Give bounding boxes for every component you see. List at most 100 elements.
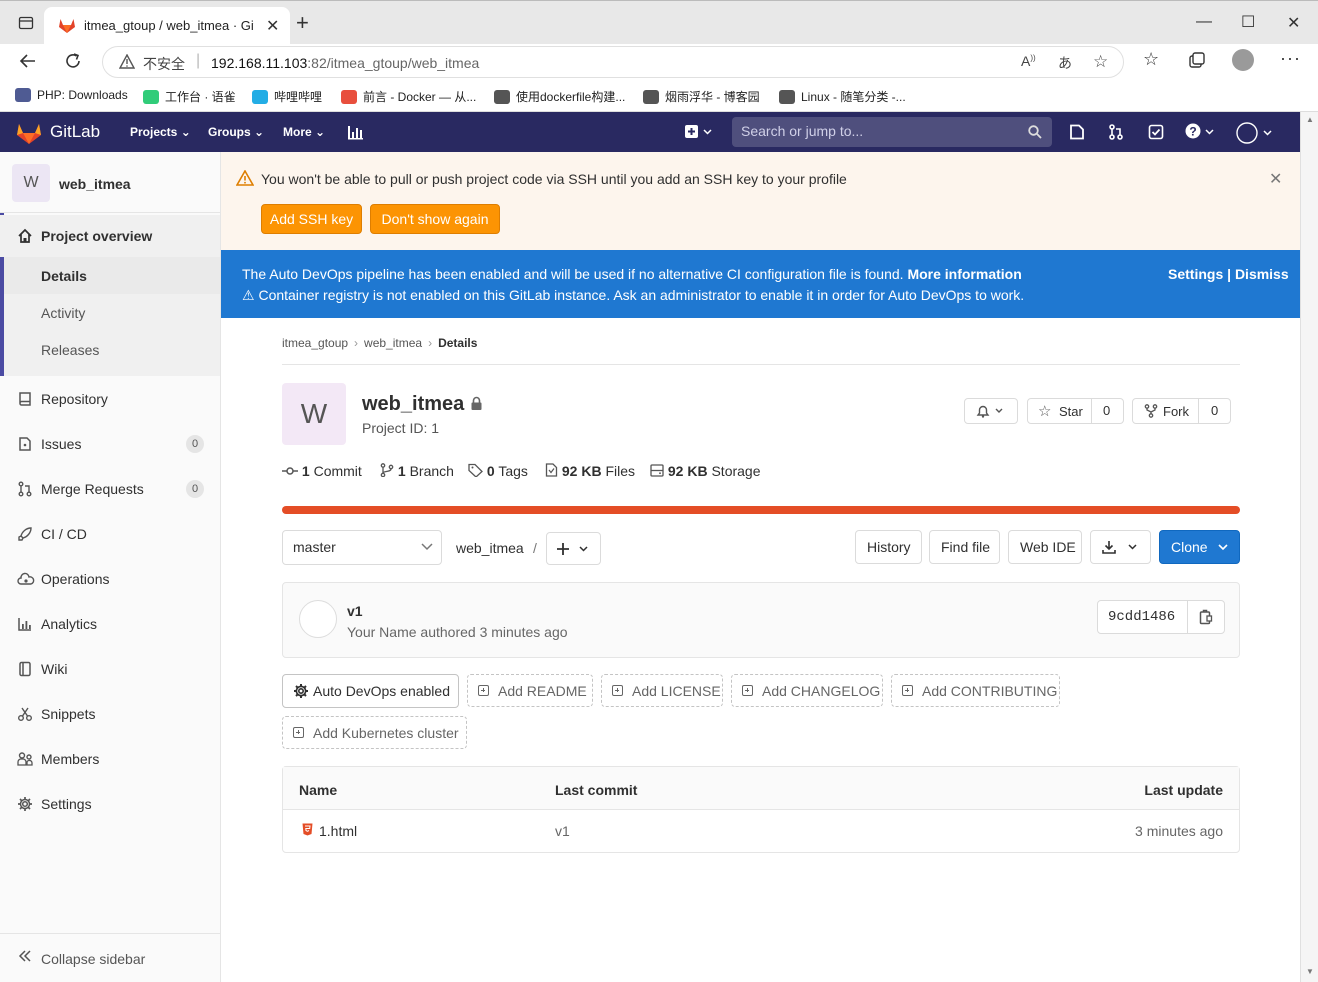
collapse-sidebar-button[interactable]: Collapse sidebar (0, 933, 220, 982)
table-row[interactable]: 1.html v1 3 minutes ago (283, 810, 1239, 852)
sidebar-item-ci-cd[interactable]: CI / CD (0, 514, 220, 554)
read-aloud-icon[interactable]: A)) (1021, 53, 1036, 69)
add-contributing-button[interactable]: Add CONTRIBUTING (891, 674, 1060, 707)
storage-stat[interactable]: 92 KB Storage (650, 463, 761, 479)
window-close-icon[interactable]: ✕ (1287, 13, 1300, 33)
nav-more[interactable]: More ⌄ (283, 125, 325, 139)
bookmark-item[interactable]: 哔哩哔哩 (252, 88, 322, 105)
sidebar-subitem-details[interactable]: Details (4, 257, 220, 294)
add-to-tree-dropdown[interactable] (546, 532, 601, 565)
dont-show-again-button[interactable]: Don't show again (370, 204, 500, 234)
web-ide-button[interactable]: Web IDE (1008, 530, 1082, 564)
help-icon[interactable]: ? (1185, 123, 1217, 141)
new-tab-icon[interactable]: + (296, 10, 309, 36)
sidebar-subitem-activity[interactable]: Activity (4, 294, 220, 331)
activity-chart-icon[interactable] (347, 124, 364, 140)
favorites-icon[interactable]: ☆ (1143, 49, 1159, 70)
sidebar-subitem-label: Activity (41, 305, 86, 321)
tab-actions-icon[interactable] (18, 15, 34, 31)
sidebar-item-operations[interactable]: Operations (0, 559, 220, 599)
add-kubernetes-cluster-button[interactable]: Add Kubernetes cluster (282, 716, 467, 749)
sidebar-item-project-overview[interactable]: Project overview (0, 215, 220, 257)
security-label[interactable]: 不安全 (143, 54, 185, 74)
merge-requests-icon[interactable] (1108, 124, 1124, 140)
profile-avatar-icon[interactable] (1232, 49, 1254, 71)
todos-check-icon[interactable] (1148, 124, 1164, 140)
find-file-button[interactable]: Find file (929, 530, 1000, 564)
bookmark-item[interactable]: 烟雨浮华 - 博客园 (643, 88, 760, 105)
user-avatar-icon[interactable] (1236, 122, 1276, 144)
scroll-up-arrow-icon[interactable]: ▲ (1306, 115, 1314, 124)
sidebar-item-members[interactable]: Members (0, 739, 220, 779)
fork-button[interactable]: Fork 0 (1132, 398, 1231, 424)
sidebar-item-analytics[interactable]: Analytics (0, 604, 220, 644)
commit-sha[interactable]: 9cdd1486 (1108, 609, 1175, 625)
new-item-plus-icon[interactable] (684, 124, 712, 140)
maximize-icon[interactable]: ☐ (1241, 12, 1255, 32)
gitlab-brand[interactable]: GitLab (50, 122, 100, 142)
scroll-down-arrow-icon[interactable]: ▼ (1306, 967, 1314, 976)
language-bar[interactable] (282, 506, 1240, 514)
back-icon[interactable] (18, 51, 38, 71)
bookmark-item[interactable]: 前言 - Docker — 从... (341, 88, 476, 105)
more-information-link[interactable]: More information (907, 266, 1021, 282)
add-readme-button[interactable]: Add README (467, 674, 593, 707)
browser-tab-active[interactable]: itmea_gtoup / web_itmea · GitLab ✕ (44, 7, 290, 45)
browser-menu-icon[interactable]: ··· (1280, 48, 1301, 69)
add-favorite-icon[interactable]: ☆ (1093, 52, 1108, 72)
address-bar[interactable]: 不安全 | 192.168.11.103:82/itmea_gtoup/web_… (102, 46, 1124, 78)
breadcrumb-group[interactable]: itmea_gtoup (282, 336, 348, 350)
translate-icon[interactable]: あ (1058, 53, 1072, 73)
bookmark-item[interactable]: 使用dockerfile构建... (494, 88, 625, 105)
gitlab-logo-icon[interactable] (16, 121, 42, 145)
notification-dropdown[interactable] (964, 398, 1018, 424)
todo-document-icon[interactable] (1069, 124, 1085, 140)
sidebar-item-settings[interactable]: Settings (0, 784, 220, 824)
repo-path[interactable]: web_itmea (456, 540, 524, 556)
download-dropdown[interactable] (1090, 530, 1151, 564)
branches-stat[interactable]: 1 Branch (380, 463, 454, 479)
sidebar-subitem-releases[interactable]: Releases (4, 331, 220, 376)
commit-message[interactable]: v1 (347, 603, 363, 619)
close-icon[interactable]: ✕ (1269, 169, 1282, 189)
sidebar-item-snippets[interactable]: Snippets (0, 694, 220, 734)
sidebar-item-wiki[interactable]: Wiki (0, 649, 220, 689)
search-box[interactable] (732, 117, 1052, 147)
fork-count: 0 (1211, 403, 1219, 418)
history-button[interactable]: History (855, 530, 922, 564)
file-name-link[interactable]: 1.html (319, 823, 357, 839)
bookmark-item[interactable]: Linux - 随笔分类 -... (779, 88, 906, 105)
copy-sha-icon[interactable] (1199, 609, 1213, 625)
minimize-icon[interactable]: — (1196, 13, 1212, 31)
add-changelog-button[interactable]: Add CHANGELOG (731, 674, 883, 707)
author-avatar[interactable] (299, 600, 337, 638)
sidebar-item-repository[interactable]: Repository (0, 379, 220, 419)
file-last-commit-link[interactable]: v1 (555, 823, 570, 839)
search-input[interactable] (741, 123, 1021, 139)
star-button[interactable]: ☆ Star 0 (1027, 398, 1124, 424)
settings-link[interactable]: Settings (1168, 266, 1223, 282)
add-license-button[interactable]: Add LICENSE (601, 674, 723, 707)
sidebar-project-header[interactable]: W web_itmea (0, 152, 220, 213)
button-divider (1091, 399, 1092, 423)
refresh-icon[interactable] (63, 51, 83, 71)
add-ssh-key-button[interactable]: Add SSH key (261, 204, 362, 234)
tags-stat[interactable]: 0 Tags (468, 463, 528, 479)
dismiss-link[interactable]: Dismiss (1235, 266, 1289, 282)
branch-selector[interactable]: master (282, 530, 442, 565)
auto-devops-button[interactable]: Auto DevOps enabled (282, 674, 459, 708)
files-stat[interactable]: 92 KB Files (545, 463, 635, 479)
collections-icon[interactable] (1188, 51, 1206, 69)
bookmark-item[interactable]: PHP: Downloads (15, 88, 128, 102)
sidebar-item-merge-requests[interactable]: Merge Requests 0 (0, 469, 220, 509)
url-text[interactable]: 192.168.11.103:82/itmea_gtoup/web_itmea (211, 55, 479, 71)
nav-groups[interactable]: Groups ⌄ (208, 125, 264, 139)
clone-dropdown-button[interactable]: Clone (1159, 530, 1240, 564)
nav-projects[interactable]: Projects ⌄ (130, 125, 191, 139)
breadcrumb-project[interactable]: web_itmea (364, 336, 422, 350)
bookmark-item[interactable]: 工作台 · 语雀 (143, 88, 236, 105)
commits-stat[interactable]: 1 Commit (282, 463, 362, 479)
tab-close-icon[interactable]: ✕ (266, 16, 279, 36)
page-scrollbar[interactable]: ▲ ▼ (1300, 112, 1318, 982)
sidebar-item-issues[interactable]: Issues 0 (0, 424, 220, 464)
